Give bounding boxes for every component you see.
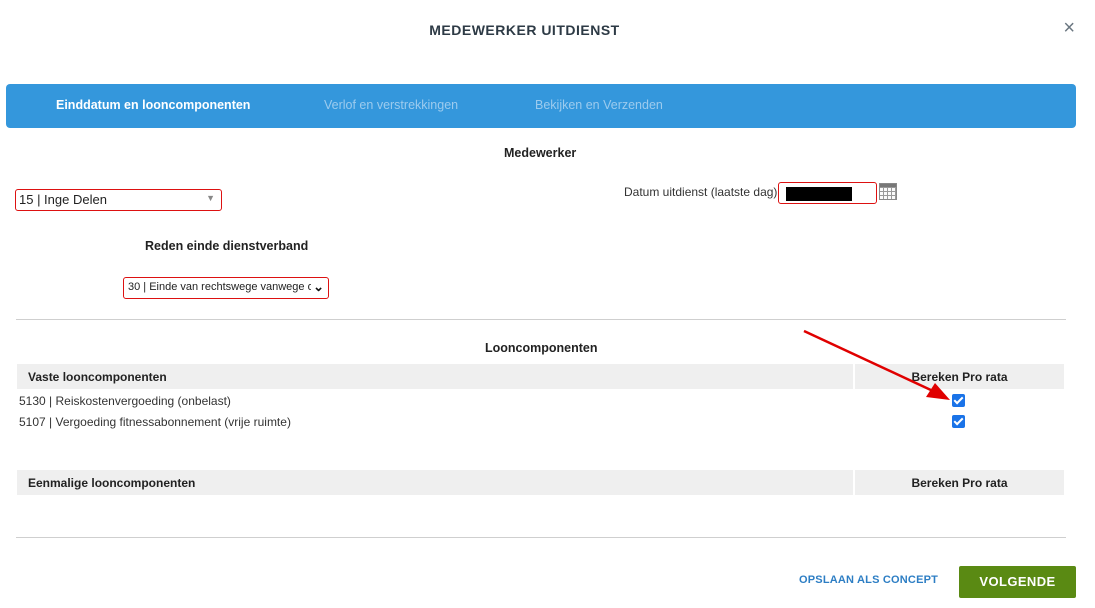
save-concept-button[interactable]: OPSLAAN ALS CONCEPT <box>799 574 938 586</box>
next-button[interactable]: VOLGENDE <box>959 566 1076 598</box>
annotation-arrow-icon <box>803 329 950 400</box>
